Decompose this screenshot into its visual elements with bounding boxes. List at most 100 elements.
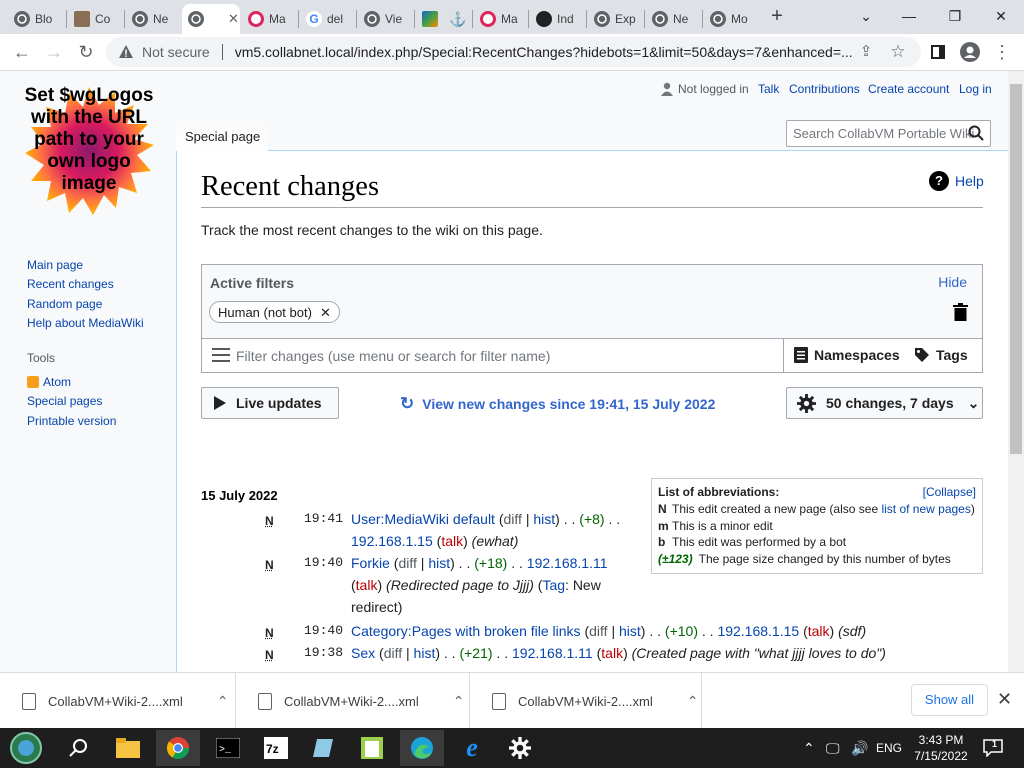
browser-tab-active[interactable]: ✕	[182, 4, 240, 34]
chevron-up-icon[interactable]: ⌃	[687, 693, 699, 710]
download-item[interactable]: CollabVM+Wiki-2....xml ⌃	[236, 673, 470, 729]
filter-input[interactable]: Filter changes (use menu or search for f…	[236, 348, 550, 364]
namespaces-button[interactable]: Namespaces	[794, 347, 900, 363]
user-talk-link[interactable]: talk	[601, 645, 623, 661]
login-link[interactable]: Log in	[959, 82, 992, 96]
hist-link[interactable]: hist	[619, 623, 641, 639]
profile-avatar[interactable]	[956, 38, 984, 66]
browser-tab[interactable]: Vie	[358, 4, 414, 34]
changes-limit-dropdown[interactable]: 50 changes, 7 days ⌄	[786, 387, 983, 419]
forward-button[interactable]: →	[40, 38, 68, 66]
reload-button[interactable]: ↻	[72, 38, 100, 66]
edge-icon[interactable]	[400, 730, 444, 766]
browser-tab[interactable]: G del	[300, 4, 356, 34]
user-talk-link[interactable]: talk	[356, 577, 378, 593]
tags-button[interactable]: Tags	[914, 347, 968, 363]
browser-tab[interactable]: ⚓	[444, 4, 472, 34]
show-hidden-icons-chevron-icon[interactable]: ⌃	[803, 728, 815, 768]
browser-tab[interactable]: Ma	[242, 4, 298, 34]
url-text[interactable]: vm5.collabnet.local/index.php/Special:Re…	[235, 44, 855, 60]
terminal-icon[interactable]: >_	[206, 730, 250, 766]
restore-button[interactable]: ❐	[942, 4, 968, 30]
browser-tab[interactable]: Ne	[646, 4, 702, 34]
contributions-link[interactable]: Contributions	[789, 82, 860, 96]
network-icon[interactable]: 🖵	[826, 728, 840, 768]
download-item[interactable]: CollabVM+Wiki-2....xml ⌃	[470, 673, 702, 729]
hist-link[interactable]: hist	[533, 511, 555, 527]
file-explorer-icon[interactable]	[106, 730, 150, 766]
menu-icon[interactable]	[212, 348, 230, 362]
filter-chip[interactable]: Human (not bot) ✕	[209, 301, 340, 323]
new-pages-link[interactable]: list of new pages	[881, 502, 970, 516]
user-talk-link[interactable]: talk	[441, 533, 463, 549]
settings-gear-icon[interactable]	[498, 730, 542, 766]
tab-special-page[interactable]: Special page	[176, 119, 268, 151]
7zip-icon[interactable]: 7z	[254, 730, 298, 766]
chevron-up-icon[interactable]: ⌃	[217, 693, 229, 710]
sidebar-item-recent-changes[interactable]: Recent changes	[27, 277, 114, 291]
sidebar-item-printable-version[interactable]: Printable version	[27, 414, 116, 428]
user-link[interactable]: 192.168.1.15	[717, 623, 799, 639]
tab-search-chevron-icon[interactable]: ⌄	[853, 4, 879, 30]
hist-link[interactable]: hist	[414, 645, 436, 661]
new-tab-button[interactable]: +	[766, 6, 788, 28]
view-new-changes-link[interactable]: ↻ View new changes since 19:41, 15 July …	[400, 394, 715, 414]
notepad-plus-plus-icon[interactable]	[350, 730, 394, 766]
browser-tab[interactable]: Blo	[8, 4, 66, 34]
live-updates-button[interactable]: Live updates	[201, 387, 339, 419]
create-account-link[interactable]: Create account	[868, 82, 949, 96]
sidebar-item-atom[interactable]: Atom	[43, 375, 71, 389]
back-button[interactable]: ←	[8, 38, 36, 66]
browser-tab[interactable]	[416, 4, 444, 34]
page-link[interactable]: Forkie	[351, 555, 390, 571]
sidebar-item-special-pages[interactable]: Special pages	[27, 394, 102, 408]
search-icon[interactable]	[968, 125, 984, 141]
page-link[interactable]: User:MediaWiki default	[351, 511, 495, 527]
browser-tab[interactable]: Co	[68, 4, 124, 34]
browser-tab[interactable]: Exp	[588, 4, 644, 34]
browser-tab[interactable]: Ind	[530, 4, 586, 34]
close-window-button[interactable]: ✕	[988, 4, 1014, 30]
share-icon[interactable]: ⇪	[852, 38, 880, 66]
download-item[interactable]: CollabVM+Wiki-2....xml ⌃	[0, 673, 236, 729]
collapse-link[interactable]: [Collapse]	[923, 485, 976, 499]
side-panel-icon[interactable]	[924, 38, 952, 66]
browser-tab[interactable]: Ne	[126, 4, 182, 34]
trash-icon[interactable]	[953, 303, 968, 321]
talk-link[interactable]: Talk	[758, 82, 779, 96]
start-button[interactable]	[4, 730, 48, 766]
clock[interactable]: 3:43 PM 7/15/2022	[908, 728, 974, 768]
show-all-downloads-button[interactable]: Show all	[911, 684, 988, 716]
address-bar[interactable]: Not secure vm5.collabnet.local/index.php…	[106, 37, 921, 67]
menu-kebab-icon[interactable]: ⋮	[988, 38, 1016, 66]
browser-tab[interactable]: Mo	[704, 4, 760, 34]
scrollbar-thumb[interactable]	[1010, 84, 1022, 454]
filter-search-bar[interactable]: Filter changes (use menu or search for f…	[202, 338, 982, 372]
notification-center-icon[interactable]: 1	[983, 728, 1003, 768]
hide-filters-link[interactable]: Hide	[938, 274, 967, 290]
language-indicator[interactable]: ENG	[876, 728, 902, 768]
internet-explorer-icon[interactable]: e	[450, 730, 494, 766]
hist-link[interactable]: hist	[428, 555, 450, 571]
user-link[interactable]: 192.168.1.11	[512, 645, 593, 661]
page-link[interactable]: Sex	[351, 645, 375, 661]
sidebar-item-help[interactable]: Help about MediaWiki	[27, 316, 144, 330]
search-icon[interactable]	[56, 730, 100, 766]
close-download-bar-icon[interactable]: ✕	[997, 689, 1012, 710]
chrome-icon[interactable]	[156, 730, 200, 766]
browser-tab[interactable]: Ma	[474, 4, 528, 34]
close-tab-icon[interactable]: ✕	[228, 11, 239, 27]
user-link[interactable]: 192.168.1.15	[351, 533, 433, 549]
user-talk-link[interactable]: talk	[808, 623, 830, 639]
help-link[interactable]: ? Help	[929, 171, 984, 191]
notepad-icon[interactable]	[302, 730, 346, 766]
remove-filter-icon[interactable]: ✕	[320, 305, 331, 320]
minimize-button[interactable]: —	[896, 4, 922, 30]
page-link[interactable]: Category:Pages with broken file links	[351, 623, 581, 639]
chevron-up-icon[interactable]: ⌃	[453, 693, 465, 710]
user-link[interactable]: 192.168.1.11	[527, 555, 608, 571]
sidebar-item-main-page[interactable]: Main page	[27, 258, 83, 272]
volume-icon[interactable]: 🔊	[851, 728, 868, 768]
tag-link[interactable]: Tag	[542, 577, 565, 593]
bookmark-star-icon[interactable]: ☆	[884, 38, 912, 66]
